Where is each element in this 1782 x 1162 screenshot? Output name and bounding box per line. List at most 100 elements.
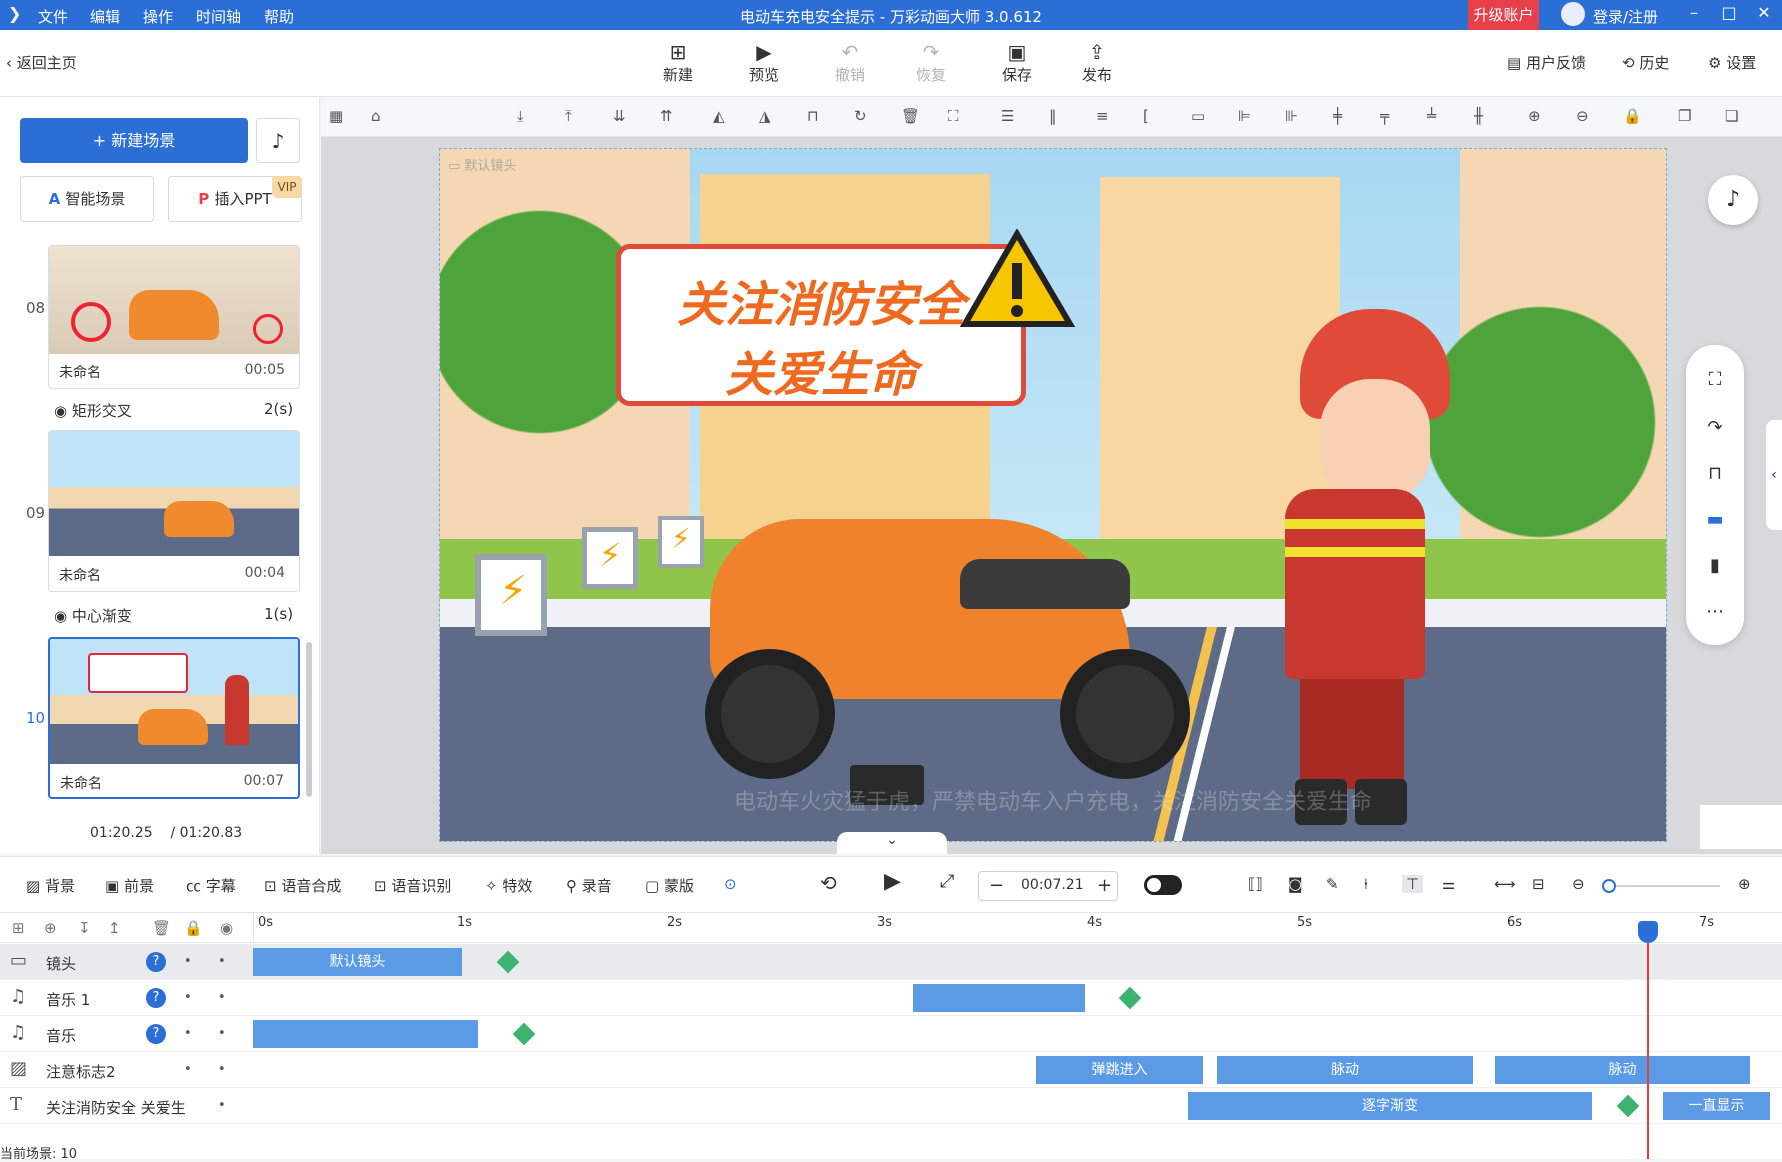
align-left-icon[interactable]: [	[1143, 107, 1149, 125]
audio-clip[interactable]	[913, 984, 1085, 1012]
zoom-in-icon[interactable]: ⊕	[1528, 107, 1541, 125]
playhead[interactable]	[1647, 943, 1649, 1159]
smart-scene-button[interactable]: A 智能场景	[20, 176, 154, 222]
speech-recognition-button[interactable]: ⊡ 语音识别	[374, 875, 451, 896]
scene-card-09[interactable]: 未命名 00:04	[48, 430, 300, 592]
history-button[interactable]: ⟲ 历史	[1622, 52, 1669, 73]
align-v-bottom-icon[interactable]: ╧	[1427, 107, 1436, 125]
new-button[interactable]: ⊞ 新建	[648, 40, 708, 85]
collapse-panel-icon[interactable]: ‹	[1766, 420, 1782, 530]
align-middle-icon[interactable]: ‖	[1049, 107, 1057, 125]
portrait-icon[interactable]: ▮	[1686, 555, 1744, 576]
adjust-icon[interactable]: ⚌	[1442, 875, 1455, 893]
lock-icon[interactable]: 🔒	[1623, 107, 1642, 125]
flip-h-icon[interactable]: ◭	[713, 107, 725, 125]
zoom-out-icon[interactable]: ⊖	[1576, 107, 1589, 125]
align-v-center-icon[interactable]: ╫	[1474, 107, 1483, 125]
to-top-icon[interactable]: ⇈	[660, 107, 673, 125]
add-keyframe-icon[interactable]	[512, 1022, 536, 1046]
dot-icon[interactable]: •	[218, 1026, 226, 1041]
add-keyframe-icon[interactable]	[1118, 986, 1142, 1010]
scene-card-10[interactable]: 未命名 00:07	[48, 637, 300, 799]
unlock-icon[interactable]: ⊓	[1686, 463, 1744, 484]
timeline-clip[interactable]: 脉动	[1495, 1056, 1750, 1084]
undo-button[interactable]: ↶ 撤销	[820, 40, 880, 85]
home-icon[interactable]: ⌂	[371, 107, 381, 125]
rotate-icon[interactable]: ↷	[1686, 417, 1744, 438]
more-icon[interactable]: ⋯	[1686, 601, 1744, 622]
timeline-clip[interactable]: 一直显示	[1663, 1092, 1770, 1120]
filter-icon[interactable]: ⊤	[1402, 875, 1424, 893]
scene-card-08[interactable]: 未命名 00:05	[48, 245, 300, 389]
track-warning-sign[interactable]: ▨ 注意标志2 • • 弹跳进入 脉动 脉动	[0, 1052, 1782, 1088]
scene-canvas[interactable]: ⚡ ⚡ ⚡ 关注消防安全 关爱生命 ▭ 默认镜头 电动车火灾猛于虎，严禁电动车入…	[439, 148, 1667, 842]
transition-item[interactable]: ◉ 中心渐变 1(s)	[54, 605, 293, 626]
time-stepper[interactable]: − 00:07.21 +	[978, 871, 1118, 901]
maximize-icon[interactable]: □	[1717, 3, 1741, 27]
help-icon[interactable]: ?	[146, 952, 166, 972]
playhead-handle[interactable]	[1638, 921, 1658, 943]
effects-button[interactable]: ✧ 特效	[485, 875, 532, 896]
dot-icon[interactable]: •	[218, 990, 226, 1005]
paste-icon[interactable]: ❏	[1725, 107, 1738, 125]
move-up-icon[interactable]: ↥	[108, 919, 121, 937]
track-headline-text[interactable]: T 关注消防安全 关爱生 • 逐字渐变 一直显示	[0, 1088, 1782, 1124]
zoom-in-icon[interactable]: ⊕	[1738, 875, 1751, 893]
edit-icon[interactable]: ✎	[1326, 875, 1339, 893]
grid-icon[interactable]: ▦	[329, 107, 343, 125]
warning-icon[interactable]	[960, 229, 1075, 329]
transition-item[interactable]: ◉ 矩形交叉 2(s)	[54, 400, 293, 421]
music-icon[interactable]: ♪	[1708, 175, 1758, 225]
landscape-icon[interactable]: ▬	[1686, 509, 1744, 530]
feedback-button[interactable]: ▤ 用户反馈	[1507, 52, 1586, 73]
scene-list-scrollbar[interactable]	[306, 642, 312, 797]
foreground-button[interactable]: ▣ 前景	[105, 875, 154, 896]
dot-icon[interactable]: •	[184, 1062, 192, 1077]
zoom-out-icon[interactable]: ⊖	[1572, 875, 1585, 893]
audio-clip[interactable]	[253, 1020, 478, 1048]
timeline-clip[interactable]: 脉动	[1217, 1056, 1473, 1084]
thumbnail-navigator[interactable]	[1700, 805, 1782, 849]
camera-icon[interactable]: ◙	[1288, 875, 1303, 893]
add-keyframe-icon[interactable]	[1616, 1094, 1640, 1118]
subtitle-button[interactable]: ㏄ 字幕	[186, 875, 236, 896]
split-icon[interactable]: ⍿	[1364, 875, 1368, 893]
music-icon[interactable]: ♪	[256, 118, 300, 163]
collapse-stage-icon[interactable]: ⌄	[837, 832, 947, 854]
preview-button[interactable]: ▶ 预览	[734, 40, 794, 85]
move-down-icon[interactable]: ⤓	[517, 107, 524, 125]
tts-button[interactable]: ⊡ 语音合成	[264, 875, 341, 896]
dot-icon[interactable]: •	[218, 1062, 226, 1077]
zoom-slider[interactable]	[1608, 885, 1720, 887]
fit-screen-icon[interactable]: ⛶	[1686, 369, 1744, 390]
distribute-h-icon[interactable]: ▭	[1191, 107, 1205, 125]
dot-icon[interactable]: •	[184, 1026, 192, 1041]
minus-icon[interactable]: −	[989, 875, 1004, 896]
lock-icon[interactable]: 🔒	[184, 919, 203, 937]
help-icon[interactable]: ?	[146, 1024, 166, 1044]
current-time-value[interactable]: 00:07.21	[1021, 877, 1084, 893]
track-music[interactable]: ♫ 音乐 ? • •	[0, 1016, 1782, 1052]
dot-icon[interactable]: •	[184, 990, 192, 1005]
align-center-icon[interactable]: ╪	[1333, 107, 1342, 125]
align-top-icon[interactable]: ☰	[1001, 107, 1014, 125]
eye-icon[interactable]: ◉	[220, 919, 233, 937]
plus-icon[interactable]: +	[1097, 875, 1112, 896]
fit-icon[interactable]: ⛶	[948, 107, 959, 125]
more-icon[interactable]: ⊙	[724, 875, 737, 893]
unlock-icon[interactable]: ⊓	[807, 107, 819, 125]
move-up-icon[interactable]: ⤒	[565, 107, 572, 125]
replay-icon[interactable]: ⟲	[820, 871, 837, 895]
align-h-right-icon[interactable]: ⊪	[1285, 107, 1298, 125]
timeline-clip[interactable]: 默认镜头	[253, 948, 462, 976]
new-scene-button[interactable]: + 新建场景	[20, 118, 248, 163]
move-down-icon[interactable]: ↧	[78, 919, 91, 937]
upgrade-button[interactable]: 升级账户	[1468, 0, 1539, 30]
mask-button[interactable]: ▢ 蒙版	[645, 875, 694, 896]
background-button[interactable]: ▨ 背景	[26, 875, 75, 896]
dot-icon[interactable]: •	[184, 954, 192, 969]
align-bottom-icon[interactable]: ≡	[1096, 107, 1109, 125]
publish-button[interactable]: ⇪ 发布	[1067, 40, 1127, 85]
align-h-left-icon[interactable]: ⊫	[1238, 107, 1251, 125]
play-icon[interactable]: ▶	[884, 869, 901, 894]
